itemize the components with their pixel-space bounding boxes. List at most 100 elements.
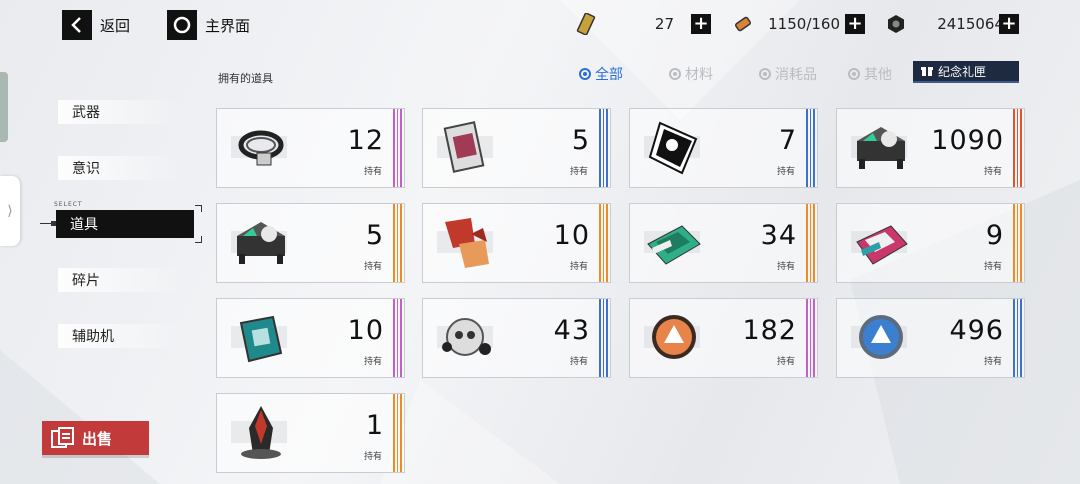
filter-all[interactable]: 全部 [579, 64, 623, 84]
item-count: 10 [347, 315, 384, 346]
bracket-bottom [195, 236, 202, 243]
card-icon [435, 119, 499, 177]
drawer-expand-button[interactable]: ⟩ [0, 176, 20, 246]
coin-value: 2415064 [937, 15, 1004, 33]
ticket-value: 27 [654, 15, 674, 33]
home-button[interactable]: 主界面 [167, 10, 250, 40]
item-card[interactable]: 12 持有 [216, 108, 405, 188]
radio-icon [848, 68, 860, 80]
item-card[interactable]: 182 持有 [629, 298, 818, 378]
radio-icon [669, 68, 681, 80]
pink-circuit-board-icon [849, 214, 913, 272]
item-card[interactable]: 1 持有 [216, 393, 405, 473]
item-count: 7 [778, 125, 797, 156]
sell-button[interactable]: 出售 [42, 421, 149, 455]
rarity-stripe [393, 109, 403, 187]
owned-label: 持有 [776, 167, 795, 177]
home-label: 主界面 [205, 16, 251, 35]
sidebar-item-label: 武器 [72, 105, 100, 121]
orange-medal-icon [642, 309, 706, 367]
bracket-top [195, 205, 202, 212]
item-card[interactable]: 43 持有 [422, 298, 611, 378]
filter-label: 其他 [864, 67, 892, 83]
owned-label: 持有 [363, 262, 382, 272]
item-count: 12 [347, 125, 384, 156]
section-title: 拥有的道具 [218, 72, 273, 85]
sidebar-item-label: 道具 [70, 217, 98, 233]
owned-label: 持有 [569, 167, 588, 177]
filter-consumables[interactable]: 消耗品 [759, 64, 817, 84]
item-card[interactable]: 5 持有 [216, 203, 405, 283]
cable-coil-icon [229, 119, 293, 177]
owned-label: 持有 [569, 262, 588, 272]
blue-medal-icon [849, 309, 913, 367]
item-card[interactable]: 9 持有 [836, 203, 1025, 283]
battery-icon [732, 13, 754, 35]
chip-case-icon [849, 119, 913, 177]
owned-label: 持有 [569, 357, 588, 367]
sidebar-item-elfs[interactable]: 辅助机 [58, 324, 182, 348]
side-drawer-tab[interactable] [0, 72, 8, 142]
item-card[interactable]: 496 持有 [836, 298, 1025, 378]
radio-icon [759, 68, 771, 80]
item-card[interactable]: 7 持有 [629, 108, 818, 188]
rarity-stripe [1013, 299, 1023, 377]
blue-circuit-board-icon [229, 309, 293, 367]
chevron-right-icon: ⟩ [7, 203, 13, 219]
owned-label: 持有 [363, 167, 382, 177]
rarity-stripe [393, 299, 403, 377]
sidebar-item-weapons[interactable]: 武器 [58, 100, 182, 124]
owned-label: 持有 [983, 262, 1002, 272]
gift-icon [921, 65, 933, 77]
filter-materials[interactable]: 材料 [669, 64, 713, 84]
item-count: 5 [571, 125, 590, 156]
resource-battery: 1150/160 [732, 12, 840, 36]
rarity-stripe [393, 394, 403, 472]
chip-case-icon [229, 214, 293, 272]
owned-label: 持有 [363, 452, 382, 462]
item-card[interactable]: 5 持有 [422, 108, 611, 188]
item-count: 1 [365, 410, 384, 441]
resource-ticket: 27 [576, 12, 674, 36]
sidebar-item-fragments[interactable]: 碎片 [58, 268, 182, 292]
sidebar-item-label: 辅助机 [72, 329, 114, 345]
item-count: 1090 [931, 125, 1004, 156]
sidebar-item-items[interactable]: 道具 [56, 210, 194, 238]
select-caption: SELECT [54, 201, 83, 208]
add-coin-button[interactable]: + [999, 14, 1019, 34]
rarity-stripe [599, 299, 609, 377]
item-count: 5 [365, 220, 384, 251]
rarity-stripe [1013, 204, 1023, 282]
crystal-shard-icon [435, 214, 499, 272]
rarity-stripe [806, 109, 816, 187]
back-button[interactable]: 返回 [62, 10, 130, 40]
item-count: 43 [553, 315, 590, 346]
add-battery-button[interactable]: + [845, 14, 865, 34]
black-emblem-icon [642, 119, 706, 177]
item-card[interactable]: 34 持有 [629, 203, 818, 283]
coin-icon [886, 14, 906, 34]
back-label: 返回 [100, 16, 131, 35]
home-circle-icon [167, 10, 197, 40]
sidebar-item-label: 意识 [72, 161, 100, 177]
filter-label: 材料 [685, 67, 713, 83]
sell-icon [50, 427, 76, 449]
green-circuit-board-icon [642, 214, 706, 272]
skull-core-icon [435, 309, 499, 367]
item-card[interactable]: 1090 持有 [836, 108, 1025, 188]
item-card[interactable]: 10 持有 [422, 203, 611, 283]
owned-label: 持有 [983, 167, 1002, 177]
gift-box-button[interactable]: 纪念礼匣 [913, 61, 1019, 83]
owned-label: 持有 [776, 262, 795, 272]
filter-others[interactable]: 其他 [848, 64, 892, 84]
item-count: 182 [742, 315, 797, 346]
chevron-left-icon [62, 10, 92, 40]
item-card[interactable]: 10 持有 [216, 298, 405, 378]
add-ticket-button[interactable]: + [691, 14, 711, 34]
rarity-stripe [599, 109, 609, 187]
filter-label: 全部 [595, 67, 623, 83]
sidebar-item-stigmata[interactable]: 意识 [58, 156, 182, 180]
sidebar-item-label: 碎片 [72, 273, 100, 289]
item-count: 34 [760, 220, 797, 251]
filter-label: 消耗品 [775, 67, 817, 83]
